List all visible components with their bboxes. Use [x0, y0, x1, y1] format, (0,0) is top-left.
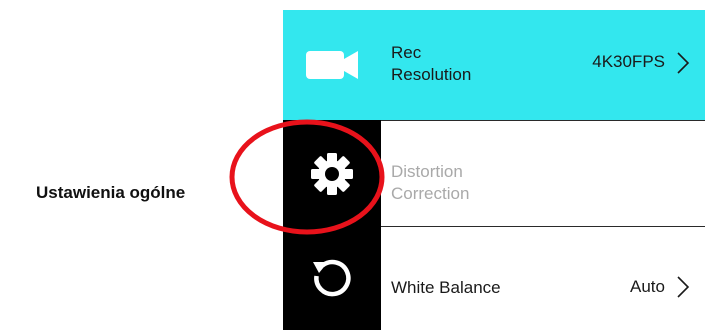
row-value-resolution: 4K30FPS — [592, 52, 665, 71]
menu-row-distortion-correction[interactable]: Distortion Correction — [381, 120, 705, 227]
chevron-right-icon — [677, 276, 690, 298]
page: Ustawienia ogólne Rec Resolution 4K30FPS… — [0, 0, 705, 330]
sidebar — [283, 10, 381, 330]
settings-menu: Rec Resolution 4K30FPS Distortion Correc… — [381, 10, 705, 330]
video-camera-icon — [306, 51, 358, 79]
menu-row-rec-resolution[interactable]: Rec Resolution 4K30FPS — [381, 10, 705, 120]
chevron-right-icon — [677, 52, 690, 74]
caption-general-settings: Ustawienia ogólne — [36, 183, 186, 202]
menu-row-white-balance[interactable]: White Balance Auto — [381, 227, 705, 330]
row-label-line: Resolution — [391, 65, 472, 84]
row-label: Distortion Correction — [391, 161, 469, 205]
row-value-white-balance: Auto — [630, 277, 665, 296]
gear-icon — [311, 152, 353, 195]
sidebar-item-reset[interactable] — [283, 227, 381, 330]
row-label-line: Rec — [391, 43, 422, 62]
sidebar-item-video[interactable] — [283, 10, 381, 120]
reset-icon — [313, 259, 351, 296]
row-label: Rec Resolution — [391, 42, 471, 86]
row-label-white-balance: White Balance — [391, 278, 501, 297]
row-label-line: Correction — [391, 184, 470, 203]
sidebar-item-general-settings[interactable] — [283, 120, 381, 227]
row-label-line: Distortion — [391, 162, 463, 181]
